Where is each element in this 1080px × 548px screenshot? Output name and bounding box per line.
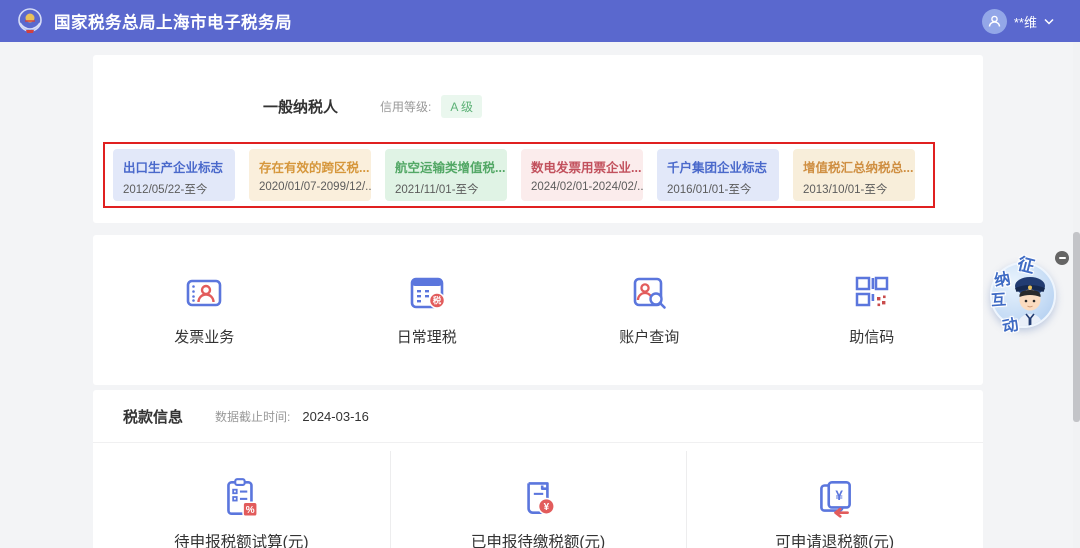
tag-title: 存在有效的跨区税... <box>259 161 370 175</box>
taxpayer-tag: 航空运输类增值税... 2021/11/01-至今 <box>385 149 507 201</box>
taxpayer-overview-card: 一般纳税人 信用等级: A 级 出口生产企业标志 2012/05/22-至今 存… <box>93 55 983 223</box>
tax-item-label: 待申报税额试算(元) <box>174 534 309 548</box>
app-header: 国家税务总局上海市电子税务局 **维 <box>0 0 1080 42</box>
user-name: **维 <box>1013 14 1037 30</box>
clipboard-percent-icon: % <box>227 478 259 518</box>
chevron-down-icon[interactable] <box>1044 18 1054 25</box>
tax-info-header: 税款信息 数据截止时间: 2024-03-16 <box>123 406 369 427</box>
taxpayer-type-label: 一般纳税人 <box>263 99 339 116</box>
tag-title: 航空运输类增值税... <box>395 161 506 175</box>
tax-item-refundable[interactable]: ¥ 可申请退税额(元) <box>686 443 983 548</box>
quick-action-credit-code[interactable]: 助信码 <box>772 271 972 385</box>
taxpayer-tag: 存在有效的跨区税... 2020/01/07-2099/12/... <box>249 149 371 201</box>
page: 国家税务总局上海市电子税务局 **维 一般纳税人 信用等级: A 级 出口生产企… <box>0 0 1080 548</box>
tag-title: 出口生产企业标志 <box>123 161 224 175</box>
svg-text:税: 税 <box>432 296 441 306</box>
svg-text:¥: ¥ <box>544 502 550 513</box>
refund-docs-icon: ¥ <box>819 481 851 518</box>
taxpayer-status-row: 一般纳税人 信用等级: A 级 <box>263 95 483 118</box>
taxpayer-tag: 千户集团企业标志 2016/01/01-至今 <box>657 149 779 201</box>
quick-action-daily-tax[interactable]: 税 日常理税 <box>327 271 527 385</box>
tag-period: 2013/10/01-至今 <box>803 184 888 196</box>
tax-item-declared-unpaid[interactable]: ¥ 已申报待缴税额(元) <box>389 443 687 548</box>
qr-code-icon <box>855 276 888 307</box>
tax-item-label: 可申请退税额(元) <box>775 534 895 548</box>
svg-text:¥: ¥ <box>835 488 843 503</box>
tag-title: 数电发票用票企业... <box>531 161 642 175</box>
user-menu[interactable]: **维 <box>981 8 1054 34</box>
svg-text:%: % <box>246 505 255 516</box>
tag-period: 2016/01/01-至今 <box>667 184 752 196</box>
user-icon <box>988 15 1001 27</box>
minus-icon <box>1058 257 1066 259</box>
tax-bureau-emblem-logo <box>18 8 42 33</box>
tax-info-items-row: % 待申报税额试算(元) ¥ 已申报待缴税额(元) ¥ 可申请退税额(元) <box>93 443 983 548</box>
avatar[interactable] <box>981 8 1007 34</box>
taxpayer-tag: 出口生产企业标志 2012/05/22-至今 <box>113 149 235 201</box>
tag-period: 2012/05/22-至今 <box>123 184 208 196</box>
account-search-icon <box>633 277 667 309</box>
quick-actions-row: 发票业务 税 日常理税 账户查询 助信码 <box>93 235 983 385</box>
scrollbar-thumb[interactable] <box>1073 232 1080 422</box>
calendar-tax-icon: 税 <box>410 277 445 309</box>
quick-action-account-query[interactable]: 账户查询 <box>549 271 749 385</box>
credit-rating-label: 信用等级: <box>380 100 432 114</box>
tax-item-pending-declaration[interactable]: % 待申报税额试算(元) <box>93 443 390 548</box>
tag-period: 2024/02/01-2024/02/... <box>531 181 643 193</box>
quick-action-invoice[interactable]: 发票业务 <box>104 271 304 385</box>
tag-title: 增值税汇总纳税总... <box>803 161 914 175</box>
tag-title: 千户集团企业标志 <box>667 161 768 175</box>
tag-period: 2020/01/07-2099/12/... <box>259 181 371 193</box>
tax-info-title: 税款信息 <box>123 409 184 426</box>
credit-rating-badge: A 级 <box>441 95 483 118</box>
app-title: 国家税务总局上海市电子税务局 <box>54 14 292 32</box>
mascot-char: 互 <box>990 291 1007 310</box>
interaction-assistant-widget[interactable]: 征 纳 互 动 <box>988 251 1069 336</box>
data-cutoff-date: 2024-03-16 <box>302 409 369 424</box>
quick-action-label: 日常理税 <box>396 329 457 346</box>
tag-period: 2021/11/01-至今 <box>395 184 479 196</box>
quick-action-label: 发票业务 <box>174 329 235 346</box>
receipt-yuan-icon: ¥ <box>527 482 555 516</box>
invoice-ticket-icon <box>186 279 222 307</box>
header-left: 国家税务总局上海市电子税务局 <box>16 7 292 35</box>
quick-action-label: 助信码 <box>849 329 895 346</box>
data-cutoff-label: 数据截止时间: <box>215 410 291 424</box>
taxpayer-tag: 增值税汇总纳税总... 2013/10/01-至今 <box>793 149 915 201</box>
taxpayer-tag: 数电发票用票企业... 2024/02/01-2024/02/... <box>521 149 643 201</box>
quick-action-label: 账户查询 <box>619 329 680 346</box>
tax-info-card: 税款信息 数据截止时间: 2024-03-16 % 待申报税额试算(元) ¥ 已… <box>93 390 983 548</box>
widget-collapse-button[interactable] <box>1055 251 1069 265</box>
red-highlight-annotation-box: 出口生产企业标志 2012/05/22-至今 存在有效的跨区税... 2020/… <box>103 142 935 208</box>
tax-item-label: 已申报待缴税额(元) <box>470 534 606 548</box>
quick-actions-card: 发票业务 税 日常理税 账户查询 助信码 <box>93 235 983 385</box>
